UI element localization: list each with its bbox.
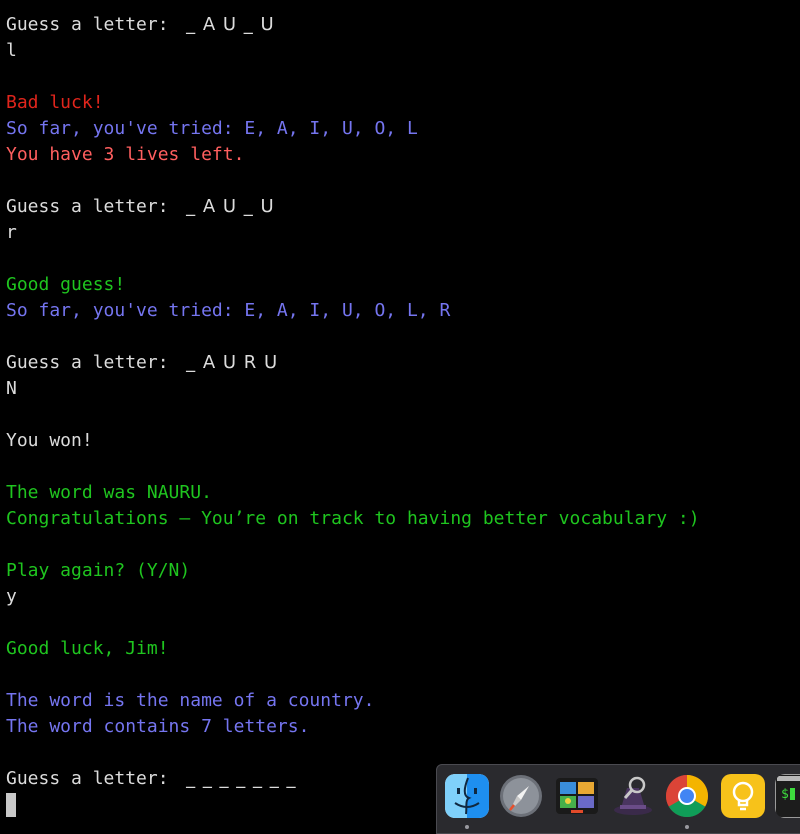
win-message: You won!	[6, 430, 93, 451]
play-again-prompt: Play again? (Y/N)	[6, 560, 191, 581]
tried-letters-message: So far, you've tried: E, A, I, U, O, L, …	[6, 300, 451, 321]
prompt-label: Guess a letter:	[6, 768, 180, 789]
terminal-icon[interactable]: $	[775, 774, 800, 818]
word-progress: _ _ _ _ _ _ _	[179, 768, 297, 789]
word-progress: _ A U R U	[179, 352, 279, 373]
running-indicator	[465, 825, 469, 829]
user-input: r	[6, 222, 17, 243]
prompt-label: Guess a letter:	[6, 196, 180, 217]
running-indicator	[685, 825, 689, 829]
launchpad-icon[interactable]	[499, 774, 543, 818]
hint-length-message: The word contains 7 letters.	[6, 716, 310, 737]
lightbulb-icon[interactable]	[721, 774, 765, 818]
dock: $	[436, 764, 800, 834]
tried-letters-message: So far, you've tried: E, A, I, U, O, L	[6, 118, 418, 139]
word-progress: _ A U _ U	[179, 14, 275, 35]
prompt-line: Guess a letter: _ _ _ _ _ _ _	[6, 766, 296, 792]
alfred-icon[interactable]	[611, 774, 655, 818]
prompt-line: Guess a letter: _ A U _ U	[6, 12, 275, 38]
congratulations-message: Congratulations – You’re on track to hav…	[6, 508, 700, 529]
user-input: N	[6, 378, 17, 399]
prompt-label: Guess a letter:	[6, 14, 180, 35]
text-cursor[interactable]	[6, 793, 16, 817]
good-guess-message: Good guess!	[6, 274, 126, 295]
bad-luck-message: Bad luck!	[6, 92, 104, 113]
user-input: y	[6, 586, 17, 607]
lives-left-message: You have 3 lives left.	[6, 144, 245, 165]
good-luck-message: Good luck, Jim!	[6, 638, 169, 659]
prompt-line: Guess a letter: _ A U R U	[6, 350, 278, 376]
word-reveal-message: The word was NAURU.	[6, 482, 212, 503]
photo-slideshow-icon[interactable]	[555, 774, 599, 818]
prompt-label: Guess a letter:	[6, 352, 180, 373]
svg-text:$: $	[781, 787, 789, 802]
user-input: l	[6, 40, 17, 61]
hint-country-message: The word is the name of a country.	[6, 690, 375, 711]
terminal-window[interactable]: Guess a letter: _ A U _ U l Bad luck! So…	[0, 0, 800, 830]
word-progress: _ A U _ U	[179, 196, 275, 217]
chrome-icon[interactable]	[665, 774, 709, 818]
finder-icon[interactable]	[445, 774, 489, 818]
prompt-line: Guess a letter: _ A U _ U	[6, 194, 275, 220]
